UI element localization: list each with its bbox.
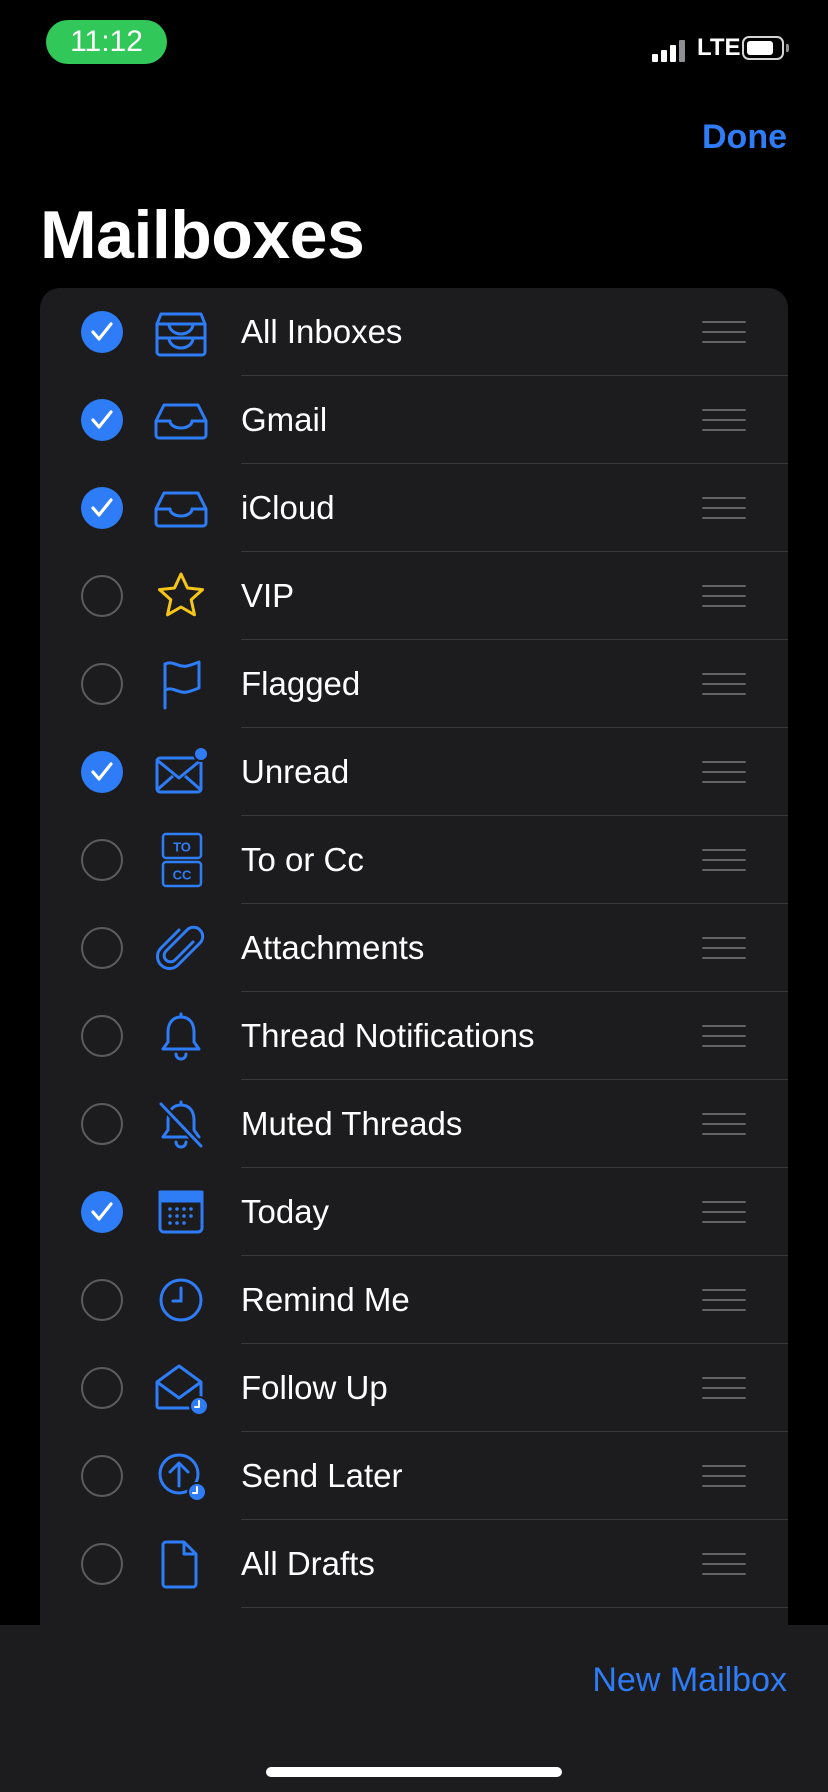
mailbox-row-today[interactable]: Today	[40, 1168, 788, 1256]
status-bar: 11:12 LTE	[0, 0, 828, 100]
checked-circle-icon[interactable]	[81, 399, 123, 441]
checked-circle-icon[interactable]	[81, 311, 123, 353]
send-later-icon	[153, 1450, 209, 1502]
unchecked-circle-icon[interactable]	[81, 1015, 123, 1057]
unchecked-circle-icon[interactable]	[81, 1279, 123, 1321]
unchecked-circle-icon[interactable]	[81, 1543, 123, 1585]
reorder-handle-icon[interactable]	[702, 1377, 746, 1399]
flag-icon	[153, 658, 209, 710]
done-button[interactable]: Done	[702, 118, 787, 157]
star-icon	[153, 570, 209, 622]
unchecked-circle-icon[interactable]	[81, 663, 123, 705]
new-mailbox-button[interactable]: New Mailbox	[592, 1661, 787, 1700]
mailbox-row-attachments[interactable]: Attachments	[40, 904, 788, 992]
page-title: Mailboxes	[40, 197, 365, 273]
mailbox-list: All Inboxes Gmail iCloud VIP Flagged Unr…	[40, 288, 788, 1628]
mailbox-label: Attachments	[241, 929, 425, 966]
mailbox-row-gmail[interactable]: Gmail	[40, 376, 788, 464]
mailbox-row-flagged[interactable]: Flagged	[40, 640, 788, 728]
unchecked-circle-icon[interactable]	[81, 575, 123, 617]
reorder-handle-icon[interactable]	[702, 497, 746, 519]
mailbox-label: Unread	[241, 753, 350, 790]
mailbox-row-send-later[interactable]: Send Later	[40, 1432, 788, 1520]
to-cc-icon-text-cc: CC	[173, 868, 192, 883]
mailbox-label: Remind Me	[241, 1281, 410, 1318]
battery-icon	[742, 36, 784, 60]
mailbox-label: VIP	[241, 577, 295, 614]
network-type: LTE	[697, 34, 741, 61]
all-inboxes-icon	[153, 306, 209, 358]
cellular-signal-icon	[652, 38, 688, 62]
unchecked-circle-icon[interactable]	[81, 839, 123, 881]
mailbox-row-icloud[interactable]: iCloud	[40, 464, 788, 552]
mailbox-label: Flagged	[241, 665, 361, 702]
paperclip-icon	[153, 922, 209, 974]
to-cc-icon: TO CC	[153, 832, 209, 888]
mailbox-row-to-or-cc[interactable]: TO CC To or Cc	[40, 816, 788, 904]
reorder-handle-icon[interactable]	[702, 1553, 746, 1575]
mailbox-label: Gmail	[241, 401, 328, 438]
calendar-icon	[153, 1186, 209, 1238]
inbox-icon	[153, 482, 209, 534]
mailbox-label: All Drafts	[241, 1545, 375, 1582]
mailbox-row-muted-threads[interactable]: Muted Threads	[40, 1080, 788, 1168]
mailbox-row-all-drafts[interactable]: All Drafts	[40, 1520, 788, 1608]
clock-icon	[153, 1274, 209, 1326]
reorder-handle-icon[interactable]	[702, 409, 746, 431]
follow-up-envelope-icon	[153, 1362, 209, 1416]
reorder-handle-icon[interactable]	[702, 849, 746, 871]
mailbox-row-all-inboxes[interactable]: All Inboxes	[40, 288, 788, 376]
home-indicator[interactable]	[266, 1767, 562, 1777]
reorder-handle-icon[interactable]	[702, 1289, 746, 1311]
checked-circle-icon[interactable]	[81, 751, 123, 793]
reorder-handle-icon[interactable]	[702, 1113, 746, 1135]
mailbox-label: Send Later	[241, 1457, 403, 1494]
to-cc-icon-text-to: TO	[173, 840, 191, 855]
mailbox-label: Today	[241, 1193, 330, 1230]
battery-tip	[786, 44, 789, 52]
mailbox-label: iCloud	[241, 489, 335, 526]
mailbox-row-remind-me[interactable]: Remind Me	[40, 1256, 788, 1344]
inbox-icon	[153, 394, 209, 446]
status-time[interactable]: 11:12	[46, 20, 167, 64]
checked-circle-icon[interactable]	[81, 1191, 123, 1233]
mailbox-row-follow-up[interactable]: Follow Up	[40, 1344, 788, 1432]
reorder-handle-icon[interactable]	[702, 937, 746, 959]
unchecked-circle-icon[interactable]	[81, 1103, 123, 1145]
row-divider	[241, 1607, 788, 1608]
reorder-handle-icon[interactable]	[702, 673, 746, 695]
reorder-handle-icon[interactable]	[702, 585, 746, 607]
mailbox-row-vip[interactable]: VIP	[40, 552, 788, 640]
mailbox-label: Muted Threads	[241, 1105, 463, 1142]
reorder-handle-icon[interactable]	[702, 1465, 746, 1487]
reorder-handle-icon[interactable]	[702, 1201, 746, 1223]
unread-envelope-icon	[153, 746, 209, 798]
muted-bell-icon	[153, 1098, 209, 1150]
mailbox-label: Follow Up	[241, 1369, 388, 1406]
mailbox-row-unread[interactable]: Unread	[40, 728, 788, 816]
mailbox-row-thread-notifications[interactable]: Thread Notifications	[40, 992, 788, 1080]
unchecked-circle-icon[interactable]	[81, 927, 123, 969]
reorder-handle-icon[interactable]	[702, 1025, 746, 1047]
document-icon	[153, 1538, 209, 1590]
mailbox-label: All Inboxes	[241, 313, 403, 350]
mailbox-label: Thread Notifications	[241, 1017, 535, 1054]
unchecked-circle-icon[interactable]	[81, 1367, 123, 1409]
mailbox-label: To or Cc	[241, 841, 364, 878]
reorder-handle-icon[interactable]	[702, 761, 746, 783]
reorder-handle-icon[interactable]	[702, 321, 746, 343]
unchecked-circle-icon[interactable]	[81, 1455, 123, 1497]
checked-circle-icon[interactable]	[81, 487, 123, 529]
bell-icon	[153, 1010, 209, 1062]
